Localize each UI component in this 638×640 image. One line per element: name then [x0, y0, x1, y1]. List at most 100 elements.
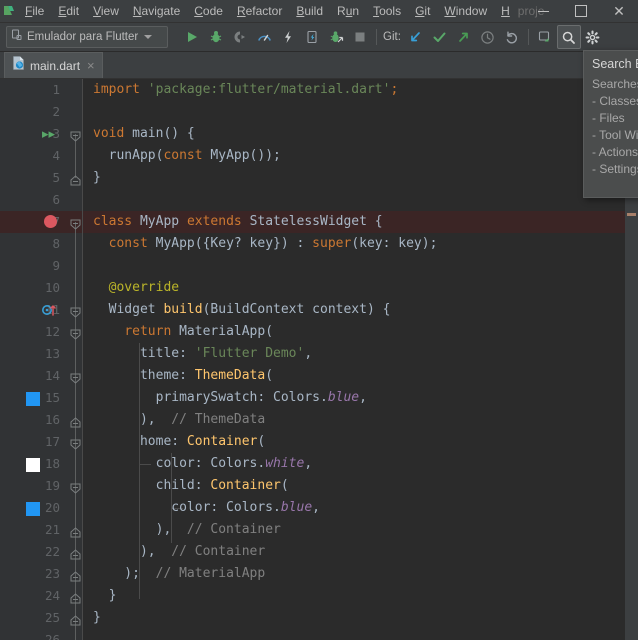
menu-refactor[interactable]: Refactor	[230, 0, 289, 22]
menu-view[interactable]: View	[86, 0, 126, 22]
tooltip-item: - Files	[592, 111, 625, 125]
code-line: return MaterialApp(	[124, 324, 274, 339]
fold-end-icon[interactable]	[70, 547, 81, 560]
git-update-button[interactable]	[404, 25, 428, 49]
git-rollback-button[interactable]	[500, 25, 524, 49]
code-line: ), // ThemeData	[93, 412, 266, 427]
menu-git[interactable]: Git	[408, 0, 437, 22]
tab-label: main.dart	[30, 58, 81, 73]
menu-bar: File Edit View Navigate Code Refactor Bu…	[0, 0, 638, 23]
profile-button[interactable]	[252, 25, 276, 49]
close-icon[interactable]: ✕	[600, 0, 638, 22]
fold-end-icon[interactable]	[70, 591, 81, 604]
device-selector[interactable]: Emulador para Flutter	[6, 26, 168, 48]
menu-help[interactable]: H	[494, 0, 510, 22]
line-number: 25	[44, 610, 60, 625]
code-line: runApp(const MyApp());	[93, 148, 281, 163]
color-swatch-blue-2[interactable]	[26, 502, 40, 516]
menu-file[interactable]: File	[18, 0, 51, 22]
fold-collapse-icon[interactable]	[70, 129, 81, 142]
line-number: 14	[44, 368, 60, 383]
fold-collapse-icon[interactable]	[70, 481, 81, 494]
settings-button[interactable]	[581, 25, 605, 49]
menu-tools[interactable]: Tools	[366, 0, 408, 22]
code-line: }	[93, 588, 117, 603]
line-number: 22	[44, 544, 60, 559]
code-line: const MyApp({Key? key}) : super(key: key…	[108, 236, 438, 251]
code-text-area[interactable]: import 'package:flutter/material.dart'; …	[83, 79, 625, 640]
device-icon	[11, 28, 23, 46]
open-devtools-button[interactable]	[300, 25, 324, 49]
code-line: }	[93, 610, 101, 625]
line-number: 10	[44, 280, 60, 295]
tab-close-icon[interactable]: ×	[85, 59, 95, 72]
menu-build[interactable]: Build	[289, 0, 330, 22]
line-number: 5	[52, 170, 60, 185]
fold-collapse-icon[interactable]	[70, 217, 81, 230]
code-line: primarySwatch: Colors.blue,	[93, 390, 367, 405]
line-number: 21	[44, 522, 60, 537]
git-history-button[interactable]	[476, 25, 500, 49]
search-everywhere-button[interactable]	[556, 25, 581, 49]
menu-window[interactable]: Window	[437, 0, 494, 22]
fold-collapse-icon[interactable]	[70, 437, 81, 450]
fold-collapse-icon[interactable]	[70, 371, 81, 384]
tooltip-item: - Classes	[592, 94, 638, 108]
attach-debugger-button[interactable]	[324, 25, 348, 49]
tooltip-subtitle: Searches for:	[592, 77, 638, 91]
run-button[interactable]	[180, 25, 204, 49]
hot-reload-button[interactable]	[276, 25, 300, 49]
device-selector-label: Emulador para Flutter	[27, 31, 139, 43]
code-line: home: Container(	[93, 434, 266, 449]
line-number: 6	[52, 192, 60, 207]
error-stripe-marker[interactable]	[627, 213, 636, 216]
git-push-button[interactable]	[452, 25, 476, 49]
code-line: Widget build(BuildContext context) {	[93, 302, 391, 317]
line-number: 18	[44, 456, 60, 471]
menu-code[interactable]: Code	[187, 0, 230, 22]
line-number: 26	[44, 632, 60, 640]
line-number: 8	[52, 236, 60, 251]
main-toolbar: Emulador para Flutter Git:	[0, 23, 638, 52]
breakpoint-icon[interactable]	[44, 215, 57, 228]
code-line: color: Colors.blue,	[93, 500, 320, 515]
device-manager-button[interactable]	[533, 25, 557, 49]
run-gutter-icon[interactable]: ▸▸	[42, 127, 55, 140]
color-swatch-white[interactable]	[26, 458, 40, 472]
override-method-icon[interactable]	[42, 303, 58, 317]
fold-end-icon[interactable]	[70, 613, 81, 626]
intellij-logo-icon	[0, 0, 18, 22]
color-swatch-blue[interactable]	[26, 392, 40, 406]
fold-end-icon[interactable]	[70, 415, 81, 428]
tab-main-dart[interactable]: main.dart ×	[4, 52, 103, 78]
line-number: 17	[44, 434, 60, 449]
debug-button[interactable]	[204, 25, 228, 49]
git-commit-button[interactable]	[428, 25, 452, 49]
code-line: import 'package:flutter/material.dart';	[93, 82, 399, 97]
run-coverage-button[interactable]	[228, 25, 252, 49]
menu-navigate[interactable]: Navigate	[126, 0, 187, 22]
stop-button[interactable]	[348, 25, 372, 49]
toolbar-separator	[376, 29, 377, 45]
menu-run[interactable]: Run	[330, 0, 366, 22]
fold-end-icon[interactable]	[70, 569, 81, 582]
chevron-down-icon	[144, 35, 153, 39]
code-editor[interactable]: 1 2 3 ▸▸ 4 5 6 7 8 9 10 11	[0, 79, 638, 640]
maximize-icon[interactable]	[562, 0, 600, 22]
code-line: child: Container(	[93, 478, 289, 493]
editor-gutter[interactable]: 1 2 3 ▸▸ 4 5 6 7 8 9 10 11	[0, 79, 68, 640]
fold-collapse-icon[interactable]	[70, 327, 81, 340]
editor-fold-column[interactable]	[68, 79, 83, 640]
minimize-icon[interactable]	[524, 0, 562, 22]
menu-edit[interactable]: Edit	[51, 0, 86, 22]
git-label: Git:	[383, 31, 401, 43]
window-controls: ✕	[524, 0, 638, 22]
search-everywhere-tooltip: Search Everywhere Searches for: - Classe…	[583, 50, 638, 198]
code-line: @override	[108, 280, 180, 295]
fold-collapse-icon[interactable]	[70, 305, 81, 318]
code-line: void main() {	[93, 126, 195, 141]
line-number: 23	[44, 566, 60, 581]
fold-end-icon[interactable]	[70, 525, 81, 538]
line-number: 15	[44, 390, 60, 405]
fold-end-icon[interactable]	[70, 173, 81, 186]
